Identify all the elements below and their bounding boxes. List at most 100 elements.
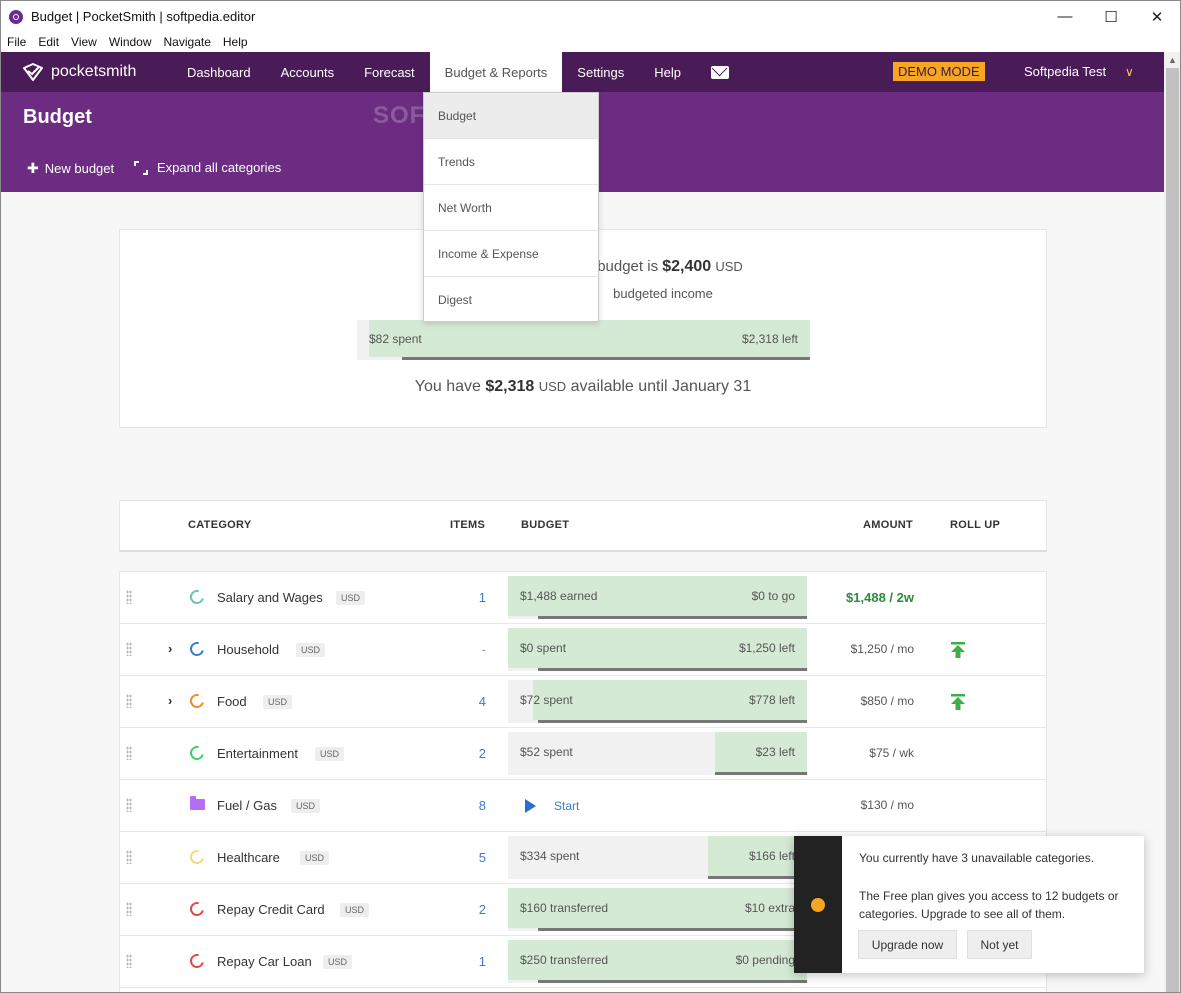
header-rollup[interactable]: ROLL UP [950,519,1000,531]
nav-budget-reports[interactable]: Budget & Reports [429,52,563,92]
table-row[interactable]: › Household USD - $0 spent $1,250 left $1,250 … [120,624,1046,676]
available-currency: USD [538,379,567,394]
table-row[interactable]: Entertainment USD 2 $52 spent $23 left $75 / … [120,728,1046,780]
bar-line [538,928,807,931]
budget-progress-bar[interactable]: $334 spent $166 left [508,836,807,879]
summary-mid: budget is [597,258,659,275]
menu-window[interactable]: Window [103,35,158,49]
budget-progress-bar[interactable]: $52 spent $23 left [508,732,807,775]
budget-amount[interactable]: $1,488 / 2w [846,590,914,605]
dropdown-item-budget[interactable]: Budget [424,93,598,139]
category-name[interactable]: Food [217,694,247,709]
category-name[interactable]: Repay Credit Card [217,902,325,917]
rollup-arrow-icon[interactable] [950,694,966,710]
close-button[interactable]: ✕ [1134,1,1180,32]
nav-settings[interactable]: Settings [562,52,639,92]
header-amount[interactable]: AMOUNT [863,519,913,531]
budget-amount[interactable]: $130 / mo [861,798,914,812]
budget-amount[interactable]: $1,250 / mo [851,642,914,656]
new-budget-button[interactable]: ✚ New budget [27,160,114,177]
menu-help[interactable]: Help [217,35,254,49]
maximize-button[interactable]: ☐ [1088,1,1134,32]
page-title: Budget [23,106,92,128]
table-row[interactable]: Fuel / Gas USD 8 Start $130 / mo [120,780,1046,832]
upgrade-notification: You currently have 3 unavailable categor… [794,836,1144,973]
item-count[interactable]: 1 [450,954,486,969]
bar-line [538,720,807,723]
header-category[interactable]: CATEGORY [188,519,252,531]
rollup-arrow-icon[interactable] [950,642,966,658]
folder-icon [190,796,205,810]
dropdown-item-digest[interactable]: Digest [424,277,598,323]
menu-file[interactable]: File [1,35,32,49]
nav-dashboard[interactable]: Dashboard [172,52,266,92]
nav-forecast[interactable]: Forecast [349,52,430,92]
category-name[interactable]: Household [217,642,279,657]
budget-amount[interactable]: $75 / wk [869,746,914,760]
dropdown-item-trends[interactable]: Trends [424,139,598,185]
drag-handle-icon[interactable] [126,642,132,656]
drag-handle-icon[interactable] [126,902,132,916]
available-prefix: You have [414,378,481,395]
currency-badge: USD [300,851,330,865]
drag-handle-icon[interactable] [126,746,132,760]
table-row[interactable]: Salary and Wages USD 1 $1,488 earned $0 to g… [120,572,1046,624]
category-name[interactable]: Salary and Wages [217,590,323,605]
dropdown-item-net-worth[interactable]: Net Worth [424,185,598,231]
upgrade-now-button[interactable]: Upgrade now [858,930,957,959]
menu-view[interactable]: View [65,35,103,49]
category-progress-icon [187,899,207,919]
scroll-up-icon[interactable]: ▲ [1164,52,1180,68]
app-window: Budget | PocketSmith | softpedia.editor … [0,0,1181,993]
drag-handle-icon[interactable] [126,954,132,968]
menu-edit[interactable]: Edit [32,35,65,49]
not-yet-button[interactable]: Not yet [967,930,1032,959]
user-menu[interactable]: Softpedia Test [1024,64,1106,79]
table-row[interactable]: › Food USD 4 $72 spent $778 left $850 / mo [120,676,1046,728]
bar-right-text: $0 to go [751,589,795,603]
chevron-down-icon[interactable]: ∨ [1125,65,1134,79]
header-budget[interactable]: BUDGET [521,519,569,531]
vertical-scrollbar[interactable]: ▲ [1164,52,1180,992]
pocketsmith-logo[interactable]: pocketsmith [21,61,171,83]
drag-handle-icon[interactable] [126,694,132,708]
minimize-button[interactable]: — [1042,1,1088,32]
item-count[interactable]: 5 [450,850,486,865]
header-items[interactable]: ITEMS [450,519,485,531]
category-name[interactable]: Fuel / Gas [217,798,277,813]
budget-progress-bar[interactable]: $160 transferred $10 extra [508,888,807,931]
scrollbar-thumb[interactable] [1166,68,1179,992]
item-count[interactable]: 2 [450,746,486,761]
expand-all-button[interactable]: Expand all categories [134,160,281,175]
budget-amount[interactable]: $850 / mo [861,694,914,708]
budget-progress-bar[interactable]: $250 transferred $0 pending [508,940,807,983]
category-name[interactable]: Healthcare [217,850,280,865]
budget-progress-bar[interactable]: $1,488 earned $0 to go [508,576,807,619]
summary-available: You have $2,318 USD available until Janu… [120,378,1046,396]
category-name[interactable]: Entertainment [217,746,298,761]
expand-row-icon[interactable]: › [168,693,172,708]
bar-left-text: $250 transferred [520,953,609,967]
plus-icon: ✚ [27,160,39,176]
category-progress-icon [187,951,207,971]
nav-help[interactable]: Help [639,52,696,92]
category-name[interactable]: Repay Car Loan [217,954,312,969]
item-count[interactable]: 4 [450,694,486,709]
item-count[interactable]: 8 [450,798,486,813]
budget-progress-bar[interactable]: $0 spent $1,250 left [508,628,807,671]
drag-handle-icon[interactable] [126,590,132,604]
bar-left-text: $52 spent [520,745,573,759]
drag-handle-icon[interactable] [126,798,132,812]
start-budget-button[interactable]: Start [525,799,579,813]
item-count[interactable]: 2 [450,902,486,917]
dropdown-item-income-expense[interactable]: Income & Expense [424,231,598,277]
bar-line [708,876,807,879]
summary-total-amount: $2,400 [662,258,712,275]
drag-handle-icon[interactable] [126,850,132,864]
item-count[interactable]: 1 [450,590,486,605]
budget-progress-bar[interactable]: $72 spent $778 left [508,680,807,723]
mail-icon[interactable] [711,65,730,79]
nav-accounts[interactable]: Accounts [266,52,349,92]
menu-navigate[interactable]: Navigate [158,35,217,49]
expand-row-icon[interactable]: › [168,641,172,656]
